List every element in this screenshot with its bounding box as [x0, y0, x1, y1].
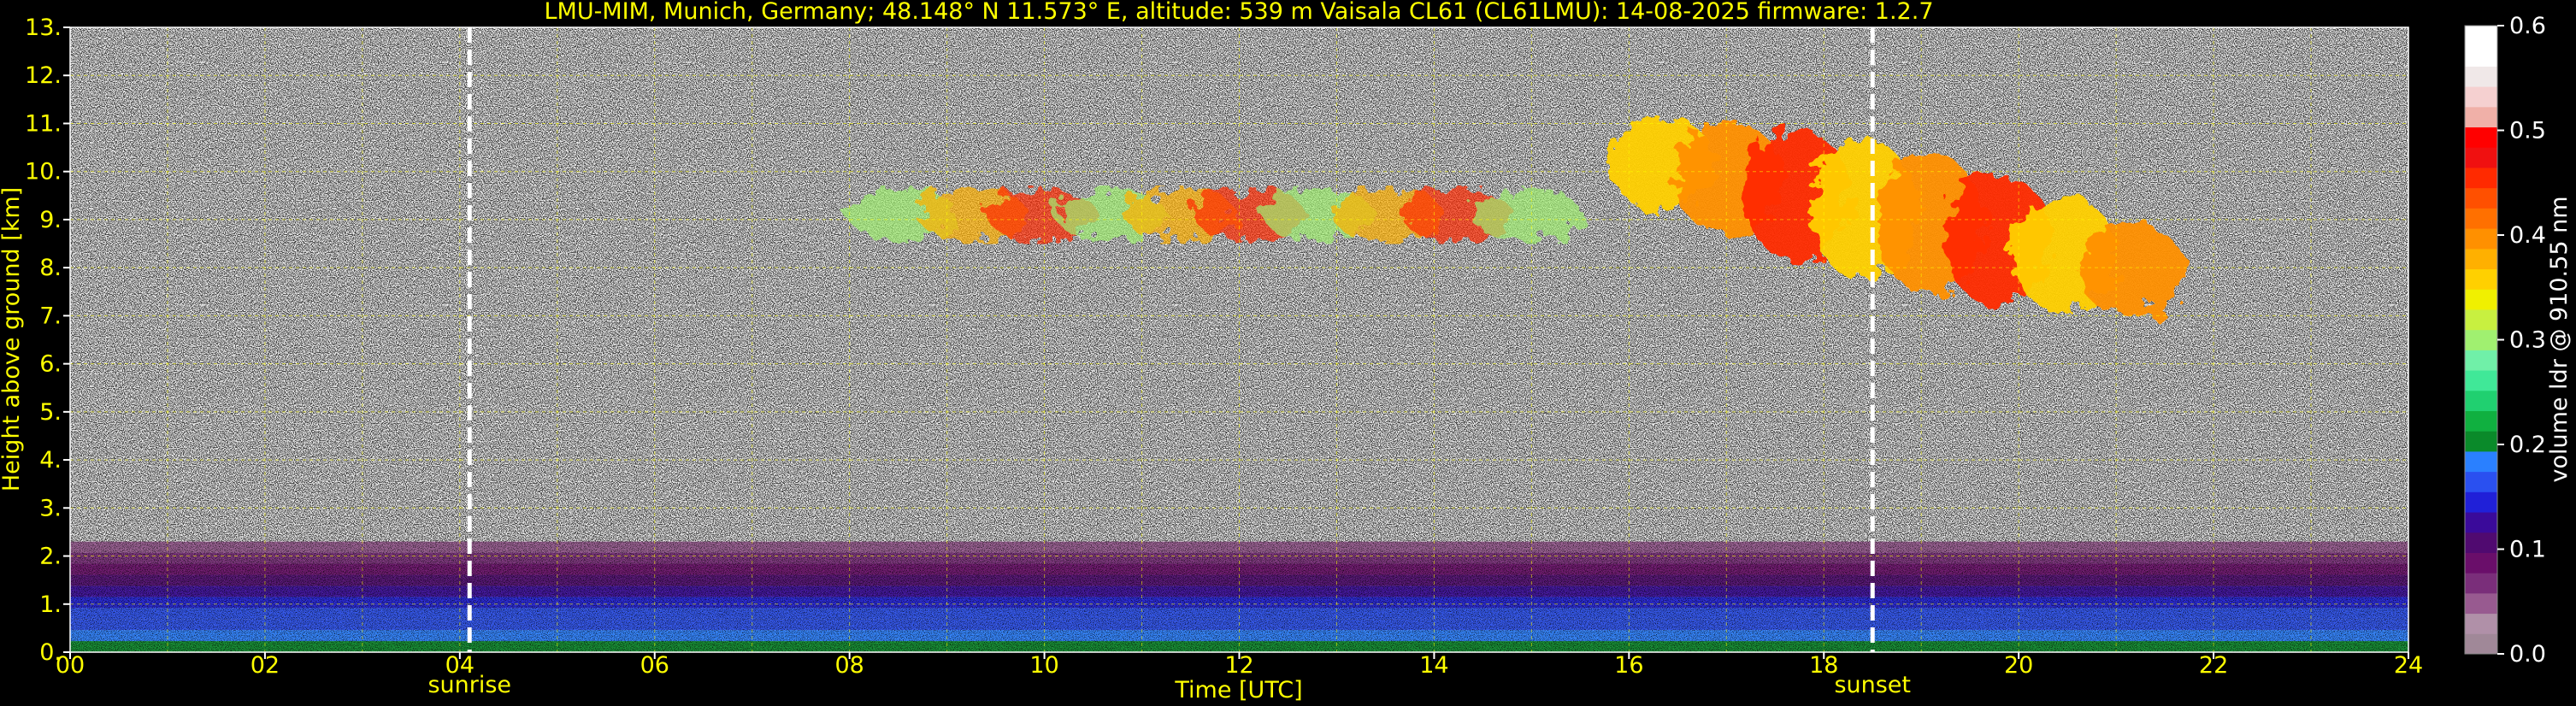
colorbar-segment — [2465, 45, 2497, 67]
cloud-blob — [1471, 188, 1582, 242]
colorbar: 0.0 0.1 0.2 0.3 0.4 0.5 0.6 — [2464, 13, 2546, 668]
colorbar-tick-label: 0.4 — [2509, 222, 2546, 249]
y-axis-label: Height above ground [km] — [0, 187, 25, 491]
y-tick-label: 1. — [39, 591, 62, 618]
y-tick-label: 9. — [39, 207, 62, 233]
colorbar-segment — [2465, 370, 2497, 391]
colorbar-segment — [2465, 86, 2497, 108]
colorbar-segment — [2465, 228, 2497, 250]
x-tick-label: 20 — [2004, 652, 2033, 679]
colorbar-segment — [2465, 573, 2497, 594]
colorbar-segment — [2465, 532, 2497, 553]
x-tick-label: 18 — [1809, 652, 1838, 679]
x-tick-label: 06 — [640, 652, 669, 679]
colorbar-segment — [2465, 329, 2497, 350]
colorbar-segment — [2465, 633, 2497, 655]
plot-area — [70, 27, 2408, 652]
y-tick-label: 11. — [25, 110, 62, 137]
chart-title: LMU-MIM, Munich, Germany; 48.148° N 11.5… — [544, 0, 1933, 25]
colorbar-segment — [2465, 512, 2497, 533]
colorbar-tick-label: 0.1 — [2509, 537, 2546, 563]
colorbar-segment — [2465, 248, 2497, 270]
y-tick-label: 5. — [39, 399, 62, 426]
colorbar-label: volume ldr @ 910.55 nm — [2546, 197, 2573, 483]
colorbar-segment — [2465, 350, 2497, 371]
x-tick-label: 24 — [2394, 652, 2423, 679]
colorbar-segment — [2465, 592, 2497, 615]
x-tick-label: 22 — [2199, 652, 2228, 679]
colorbar-segment — [2465, 471, 2497, 492]
y-tick-label: 0. — [39, 639, 62, 666]
colorbar-segment — [2465, 390, 2497, 411]
colorbar-segment — [2465, 289, 2497, 310]
x-tick-label: 08 — [834, 652, 864, 679]
colorbar-tick-label: 0.0 — [2509, 641, 2546, 668]
colorbar-segment — [2465, 450, 2497, 473]
colorbar-segment — [2465, 309, 2497, 331]
y-tick-label: 12. — [25, 62, 62, 89]
colorbar-segment — [2465, 126, 2497, 148]
y-tick-label: 7. — [39, 303, 62, 329]
colorbar-segment — [2465, 410, 2497, 432]
y-tick-label: 10. — [25, 159, 62, 185]
colorbar-segment — [2465, 491, 2497, 513]
y-tick-label: 8. — [39, 255, 62, 281]
x-tick-label: 12 — [1224, 652, 1253, 679]
colorbar-segment — [2465, 147, 2497, 168]
x-tick-label: 10 — [1029, 652, 1058, 679]
x-tick-label: 16 — [1614, 652, 1643, 679]
colorbar-tick-label: 0.5 — [2509, 118, 2546, 144]
x-tick-label: 14 — [1419, 652, 1448, 679]
colorbar-segment — [2465, 66, 2497, 87]
colorbar-segment — [2465, 106, 2497, 128]
colorbar-segment — [2465, 208, 2497, 229]
ldr-time-height-chart: sunrise sunset00 02 04 06 08 10 12 14 16 18 20 22 240… — [0, 0, 2573, 703]
y-tick-label: 3. — [39, 495, 62, 521]
colorbar-tick-label: 0.6 — [2509, 13, 2546, 39]
colorbar-segment — [2465, 26, 2497, 47]
colorbar-segment — [2465, 613, 2497, 634]
y-tick-label: 2. — [39, 544, 62, 570]
cloud-layer — [848, 188, 1582, 242]
colorbar-tick-label: 0.2 — [2509, 432, 2546, 458]
sunset-label: sunset — [1834, 672, 1911, 698]
x-tick-label: 04 — [445, 652, 475, 679]
colorbar-segment — [2465, 187, 2497, 209]
y-tick-label: 4. — [39, 447, 62, 474]
cloud-blob — [2078, 223, 2185, 316]
colorbar-segment — [2465, 268, 2497, 290]
colorbar-segment — [2465, 431, 2497, 452]
colorbar-tick-label: 0.3 — [2509, 327, 2546, 354]
colorbar-segment — [2465, 167, 2497, 189]
colorbar-segment — [2465, 552, 2497, 574]
x-axis-label: Time [UTC] — [1174, 677, 1302, 703]
x-tick-label: 02 — [251, 652, 280, 679]
y-tick-label: 13. — [25, 15, 62, 41]
y-tick-label: 6. — [39, 351, 62, 378]
